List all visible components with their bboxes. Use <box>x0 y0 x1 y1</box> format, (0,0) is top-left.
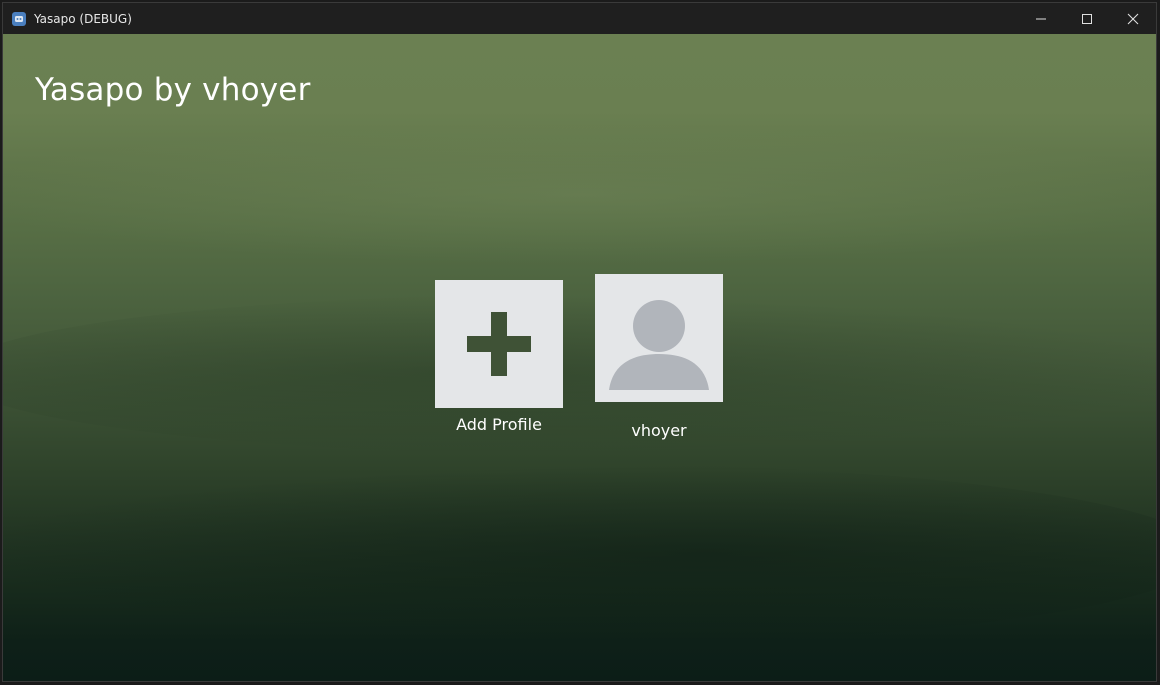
app-heading: Yasapo by vhoyer <box>35 72 311 108</box>
app-logo-icon <box>12 11 26 26</box>
close-button[interactable] <box>1110 3 1156 34</box>
background-wave <box>3 124 1156 264</box>
app-window: Yasapo (DEBUG) Yasapo by vhoyer Add Prof… <box>2 2 1157 682</box>
add-profile-label: Add Profile <box>456 415 542 434</box>
maximize-button[interactable] <box>1064 3 1110 34</box>
add-profile-button[interactable] <box>435 280 563 408</box>
background-wave <box>3 464 1156 644</box>
minimize-icon <box>1036 18 1046 19</box>
close-icon <box>1127 13 1139 24</box>
profile-name-label: vhoyer <box>631 421 687 440</box>
window-title: Yasapo (DEBUG) <box>34 11 132 26</box>
user-avatar-icon <box>609 300 709 390</box>
minimize-button[interactable] <box>1018 3 1064 34</box>
main-content: Yasapo by vhoyer Add Profile vhoyer <box>3 34 1156 681</box>
plus-icon <box>467 312 531 376</box>
title-bar[interactable]: Yasapo (DEBUG) <box>3 3 1156 34</box>
window-controls <box>1018 3 1156 34</box>
maximize-icon <box>1082 13 1092 24</box>
profile-tile-vhoyer[interactable] <box>595 274 723 402</box>
